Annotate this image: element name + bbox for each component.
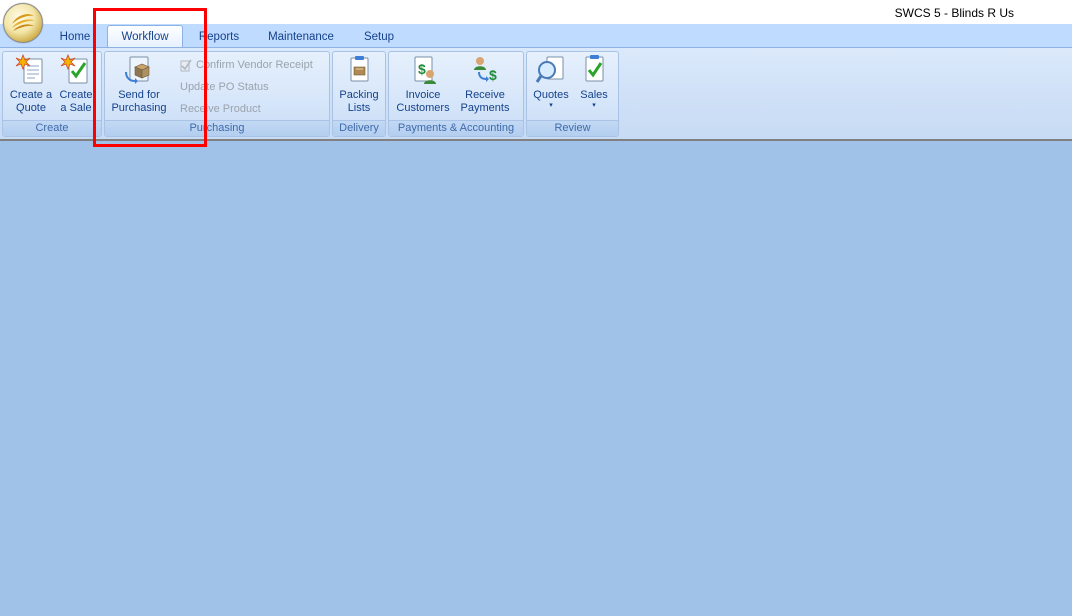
- invoice-icon: $: [414, 56, 436, 84]
- sales-review-button[interactable]: Sales ▾: [574, 54, 614, 110]
- send-purchasing-icon: [125, 56, 150, 84]
- group-create-label: Create: [3, 120, 101, 136]
- update-po-status-label: Update PO Status: [180, 81, 269, 93]
- create-sale-label-1: Create: [59, 89, 93, 101]
- group-delivery-label: Delivery: [333, 120, 385, 136]
- group-payments-accounting: $ Invoice Customers $ Receive Payments P…: [388, 51, 524, 137]
- ribbon-tab-strip: Home Workflow Reports Maintenance Setup: [0, 24, 1072, 49]
- group-payments-label: Payments & Accounting: [389, 120, 523, 136]
- invoice-customers-label-2: Customers: [396, 102, 450, 114]
- group-review: Quotes ▾ Sales ▾ Review: [526, 51, 619, 137]
- quotes-review-button[interactable]: Quotes ▾: [529, 54, 573, 110]
- receive-product-button[interactable]: Receive Product: [180, 100, 261, 118]
- group-delivery: Packing Lists Delivery: [332, 51, 386, 137]
- ribbon-panel: Create a Quote Create a Sale Create Send…: [0, 47, 1072, 140]
- search-quotes-icon: [535, 56, 564, 83]
- sales-review-label: Sales: [580, 89, 608, 101]
- sales-review-icon: [585, 55, 604, 82]
- svg-text:$: $: [418, 61, 426, 77]
- create-sale-label-2: a Sale: [60, 102, 92, 114]
- receive-payments-label-2: Payments: [460, 102, 510, 114]
- app-logo-icon: [12, 14, 35, 31]
- group-create: Create a Quote Create a Sale Create: [2, 51, 102, 137]
- tab-setup[interactable]: Setup: [355, 28, 403, 48]
- confirm-vendor-receipt-button[interactable]: Confirm Vendor Receipt: [179, 56, 313, 74]
- chevron-down-icon: ▾: [592, 102, 596, 109]
- chevron-down-icon: ▾: [549, 102, 553, 109]
- group-purchasing: Send for Purchasing Confirm Vendor Recei…: [104, 51, 330, 137]
- create-quote-button[interactable]: Create a Quote: [7, 54, 55, 115]
- confirm-receipt-icon: [180, 59, 192, 72]
- group-review-label: Review: [527, 120, 618, 136]
- quotes-review-label: Quotes: [533, 89, 569, 101]
- update-po-status-button[interactable]: Update PO Status: [180, 78, 269, 96]
- tab-home[interactable]: Home: [54, 28, 96, 48]
- receive-payments-button[interactable]: $ Receive Payments: [454, 54, 516, 115]
- payment-icon: $: [474, 57, 497, 83]
- title-bar: SWCS 5 - Blinds R Us: [0, 0, 1072, 24]
- packing-lists-button[interactable]: Packing Lists: [336, 54, 382, 115]
- group-purchasing-label: Purchasing: [105, 120, 329, 136]
- create-sale-button[interactable]: Create a Sale: [55, 54, 97, 115]
- invoice-customers-label-1: Invoice: [405, 89, 441, 101]
- tab-workflow[interactable]: Workflow: [107, 25, 183, 49]
- create-quote-label-1: Create a: [9, 89, 53, 101]
- invoice-customers-button[interactable]: $ Invoice Customers: [392, 54, 454, 115]
- confirm-vendor-receipt-label: Confirm Vendor Receipt: [196, 59, 313, 71]
- window-title: SWCS 5 - Blinds R Us: [894, 6, 1014, 20]
- packing-lists-label-2: Lists: [347, 102, 371, 114]
- receive-product-label: Receive Product: [180, 103, 261, 115]
- main-workspace: [0, 139, 1072, 616]
- create-quote-label-2: Quote: [16, 102, 46, 114]
- send-purchasing-label-1: Send for: [118, 89, 160, 101]
- send-purchasing-label-2: Purchasing: [111, 102, 167, 114]
- packing-list-icon: [350, 56, 369, 82]
- receive-payments-label-1: Receive: [465, 89, 505, 101]
- packing-lists-label-1: Packing: [339, 89, 379, 101]
- send-for-purchasing-button[interactable]: Send for Purchasing: [108, 54, 170, 115]
- tab-reports[interactable]: Reports: [192, 28, 246, 48]
- svg-text:$: $: [489, 67, 497, 83]
- new-sale-icon: [60, 54, 88, 84]
- application-menu-button[interactable]: [3, 3, 43, 43]
- tab-maintenance[interactable]: Maintenance: [260, 28, 342, 48]
- new-quote-icon: [15, 54, 43, 84]
